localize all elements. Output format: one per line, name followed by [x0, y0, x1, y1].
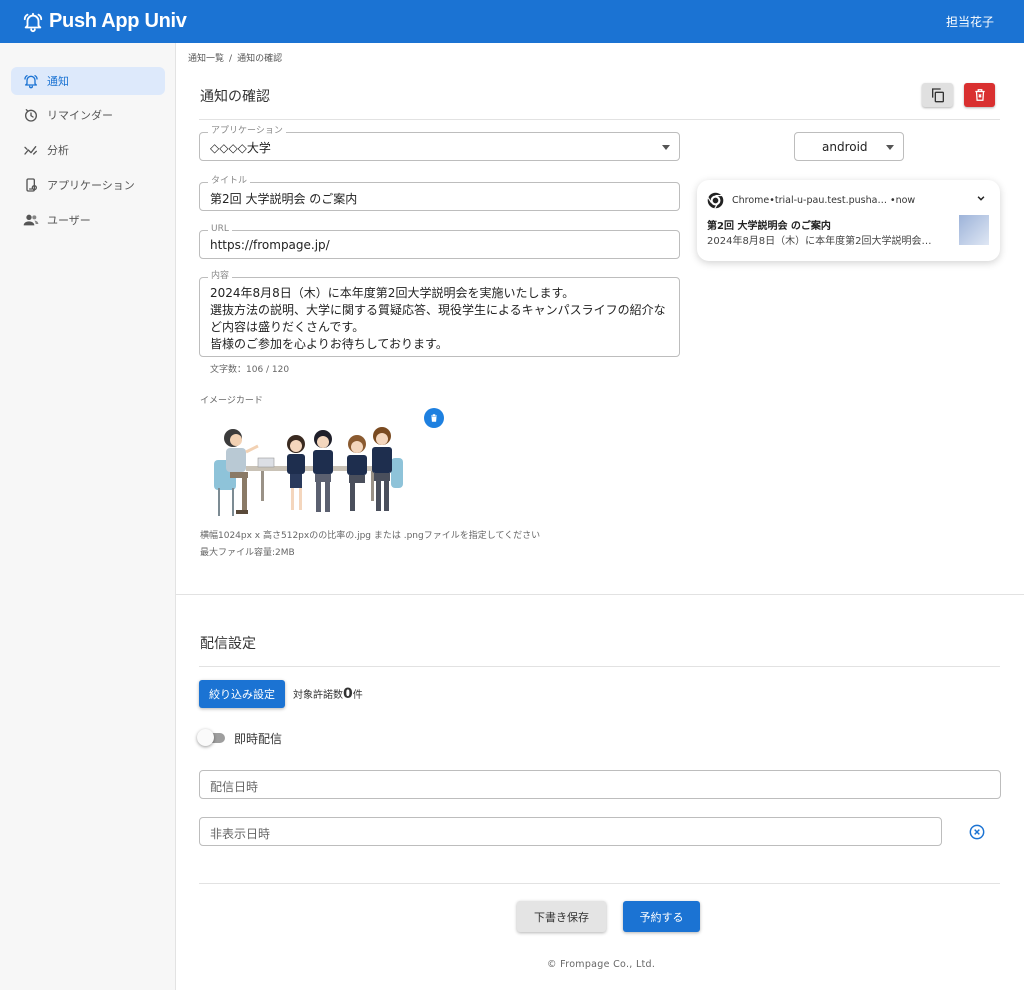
image-card-label: イメージカード: [200, 396, 263, 406]
notification-preview: Chrome•trial-u-pau.test.pusha… •now 第2回 …: [697, 180, 1000, 261]
preview-body: 2024年8月8日（木）に本年度第2回大学説明会…: [707, 236, 932, 247]
filter-settings-button[interactable]: 絞り込み設定: [199, 680, 285, 708]
url-value: https://frompage.jp/: [210, 238, 330, 252]
app-title: Push App Univ: [49, 10, 187, 32]
sidebar-item-label: 通知: [47, 75, 69, 88]
application-label: アプリケーション: [208, 126, 286, 137]
app-header: Push App Univ 担当花子: [0, 0, 1024, 43]
platform-select[interactable]: android: [794, 132, 904, 161]
preview-header: Chrome•trial-u-pau.test.pusha… •now: [707, 192, 915, 209]
page-title: 通知の確認: [200, 89, 270, 105]
title-label: タイトル: [208, 176, 251, 187]
content-textarea[interactable]: 内容 2024年8月8日（木）に本年度第2回大学説明会を実施いたします。 選抜方…: [199, 271, 680, 357]
content-text: 2024年8月8日（木）に本年度第2回大学説明会を実施いたします。 選抜方法の説…: [210, 285, 669, 353]
sidebar-item-notifications[interactable]: 通知: [11, 67, 165, 95]
clear-icon[interactable]: [969, 824, 985, 840]
preview-source: Chrome•trial-u-pau.test.pusha… •now: [732, 195, 916, 206]
users-icon: [23, 214, 39, 226]
char-count: 文字数：106 / 120: [210, 365, 290, 375]
url-label: URL: [208, 224, 232, 235]
image-card-preview[interactable]: [206, 420, 416, 520]
delivery-divider: [199, 666, 1000, 667]
chrome-icon: [707, 192, 724, 209]
target-count-prefix: 対象許諾数: [293, 690, 343, 701]
content-line: 皆様のご参加を心よりお待ちしております。: [210, 337, 448, 351]
copy-icon: [931, 88, 944, 103]
application-select[interactable]: アプリケーション ◇◇◇◇大学: [199, 126, 680, 161]
hide-datetime-field[interactable]: 非表示日時: [199, 817, 942, 846]
actions-divider: [199, 883, 1000, 884]
target-count-suffix: 件: [352, 690, 363, 701]
instant-delivery-toggle-knob[interactable]: [197, 729, 214, 746]
footer-copyright: © Frompage Co., Ltd.: [547, 959, 656, 970]
sidebar-item-applications[interactable]: アプリケーション: [11, 171, 165, 199]
app-logo[interactable]: Push App Univ: [22, 10, 187, 33]
breadcrumb-link-list[interactable]: 通知一覧: [188, 54, 224, 64]
content-line: ど内容は盛りだくさんです。: [210, 320, 365, 334]
sidebar-item-users[interactable]: ユーザー: [11, 206, 165, 234]
sidebar-item-label: アプリケーション: [47, 179, 135, 192]
hide-datetime-placeholder: 非表示日時: [210, 827, 271, 841]
title-field[interactable]: タイトル 第2回 大学説明会 のご案内: [199, 176, 680, 211]
instant-delivery-label: 即時配信: [234, 732, 283, 746]
target-count-value: 0: [343, 686, 353, 702]
target-count-text: 対象許諾数0件: [293, 686, 363, 702]
bell-icon: [24, 75, 38, 89]
breadcrumb: 通知一覧 / 通知の確認: [188, 51, 282, 64]
content-label: 内容: [208, 271, 233, 282]
user-menu[interactable]: 担当花子: [946, 13, 994, 30]
image-card-hint: 横幅1024px x 高さ512pxのの比率の.jpg または .pngファイル…: [200, 531, 541, 541]
delivery-datetime-placeholder: 配信日時: [210, 780, 259, 794]
chevron-down-icon: [886, 145, 894, 150]
url-field[interactable]: URL https://frompage.jp/: [199, 224, 680, 259]
delivery-section-title: 配信設定: [200, 636, 256, 652]
reserve-button[interactable]: 予約する: [623, 901, 700, 932]
sidebar-item-analytics[interactable]: 分析: [11, 136, 165, 164]
bell-logo-icon: [23, 12, 43, 32]
section-divider: [176, 594, 1024, 595]
sidebar-item-reminders[interactable]: リマインダー: [11, 101, 165, 129]
title-divider: [199, 119, 1000, 120]
sidebar-item-label: リマインダー: [47, 109, 113, 122]
platform-value: android: [822, 140, 868, 154]
sidebar: 通知 リマインダー 分析 アプリケーション ユーザー: [0, 43, 176, 990]
copy-button[interactable]: [922, 83, 953, 107]
image-card-max-size: 最大ファイル容量:2MB: [200, 548, 295, 558]
app-icon: [26, 178, 37, 192]
chevron-down-icon: [662, 145, 670, 150]
preview-thumbnail: [959, 215, 989, 245]
trash-icon: [431, 414, 437, 422]
content-line: 2024年8月8日（木）に本年度第2回大学説明会を実施いたします。: [210, 286, 575, 300]
breadcrumb-separator: /: [229, 54, 233, 64]
sidebar-item-label: ユーザー: [47, 214, 91, 227]
analytics-icon: [24, 146, 37, 155]
delete-icon: [974, 89, 985, 101]
title-value: 第2回 大学説明会 のご案内: [210, 192, 358, 206]
expand-chevron-icon[interactable]: [976, 193, 986, 203]
delete-button[interactable]: [964, 83, 995, 107]
content-line: 選抜方法の説明、大学に関する質疑応答、現役学生によるキャンパスライフの紹介な: [210, 303, 666, 317]
sidebar-item-label: 分析: [47, 144, 69, 157]
delivery-datetime-field[interactable]: 配信日時: [199, 770, 1001, 799]
breadcrumb-current: 通知の確認: [237, 54, 283, 64]
image-delete-button[interactable]: [424, 408, 444, 428]
timer-icon: [25, 109, 37, 122]
preview-title: 第2回 大学説明会 のご案内: [707, 221, 831, 232]
save-draft-button[interactable]: 下書き保存: [517, 901, 606, 932]
application-value: ◇◇◇◇大学: [210, 141, 271, 155]
